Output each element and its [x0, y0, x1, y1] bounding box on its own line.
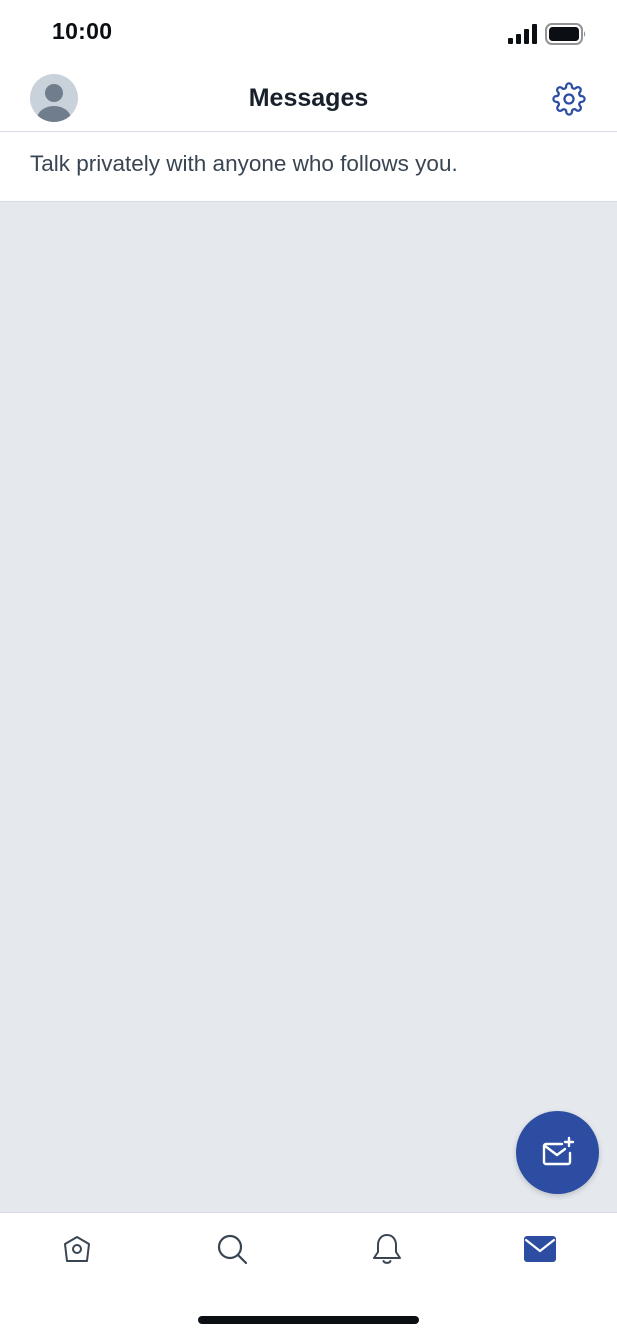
- tab-notifications[interactable]: [361, 1229, 413, 1269]
- status-bar: 10:00: [0, 0, 617, 62]
- tab-search[interactable]: [206, 1229, 258, 1269]
- header: Messages: [0, 62, 617, 132]
- home-indicator: [198, 1316, 419, 1324]
- page-title: Messages: [248, 84, 369, 112]
- subtitle-text: Talk privately with anyone who follows y…: [30, 151, 458, 176]
- compose-message-button[interactable]: [516, 1111, 599, 1194]
- bell-icon: [373, 1234, 401, 1264]
- battery-icon: [545, 23, 587, 45]
- tab-messages[interactable]: [514, 1229, 566, 1269]
- tab-home[interactable]: [51, 1229, 103, 1269]
- home-icon: [64, 1236, 90, 1262]
- status-time: 10:00: [52, 18, 113, 44]
- search-icon: [217, 1234, 248, 1265]
- envelope-icon: [524, 1236, 556, 1262]
- cellular-signal-icon: [508, 24, 538, 44]
- subtitle-bar: Talk privately with anyone who follows y…: [0, 132, 617, 202]
- messages-screen: 10:00 Messages Talk privately with anyon…: [0, 0, 617, 1336]
- conversation-list[interactable]: [0, 202, 617, 1212]
- compose-message-icon: [542, 1136, 574, 1165]
- gear-icon[interactable]: [551, 81, 587, 117]
